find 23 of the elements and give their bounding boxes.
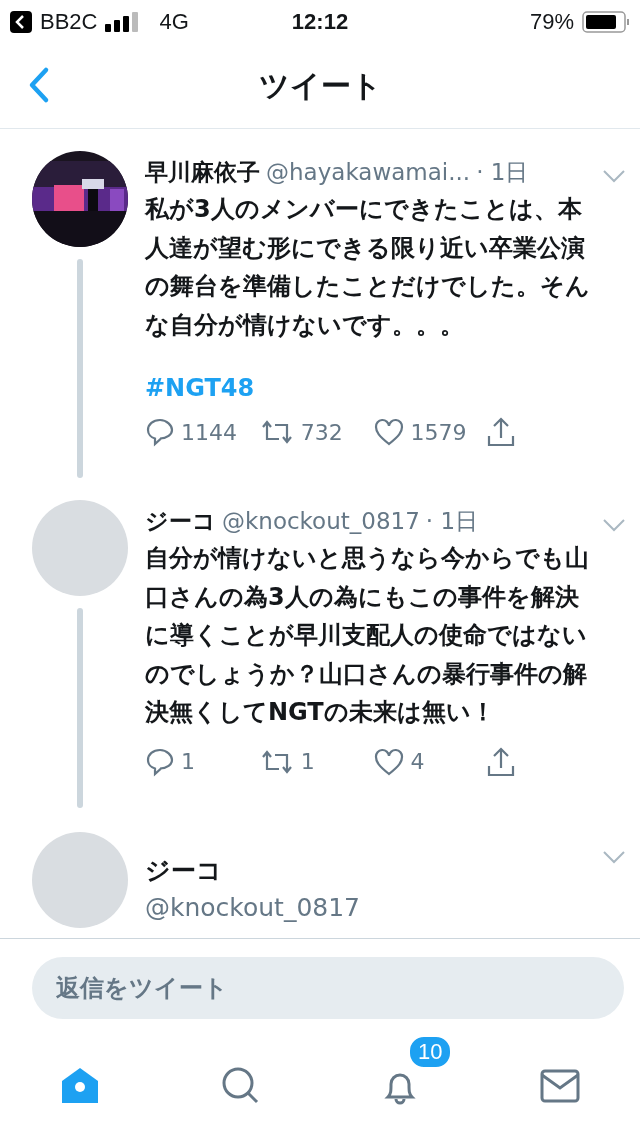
notification-badge: 10: [408, 1035, 453, 1069]
back-app-label[interactable]: BB2C: [40, 9, 98, 35]
clock: 12:12: [290, 9, 350, 35]
like-count: 1579: [410, 419, 467, 445]
retweet-count: 1: [300, 749, 315, 774]
user-handle: @hayakawamai...: [266, 159, 471, 185]
like-count: 4: [410, 749, 425, 774]
page-title: ツイート: [258, 66, 382, 105]
user-name: 早川麻依子: [145, 158, 260, 187]
reply-count: 1144: [181, 419, 237, 445]
user-handle: @knockout_0817: [222, 508, 420, 534]
battery-percent: 79%: [529, 9, 574, 35]
retweet-count: 732: [300, 419, 343, 445]
reply-count: 1: [181, 749, 195, 774]
network-type: 4G: [159, 9, 189, 35]
user-name: ジーコ: [145, 507, 216, 536]
reply-field[interactable]: 返信をツイート: [32, 957, 624, 1019]
user-handle: @knockout_0817: [145, 892, 361, 922]
tweet-time: · 1日: [476, 158, 529, 187]
tweet-text: 自分が情けないと思うなら今からでも山口さんの為3人の為にもこの事件を解決に導くことが早川支配人の使命ではないのでしょうか？山口さんの暴行事件の解決無くしてNGTの未来は無い！: [145, 543, 590, 728]
user-name: ジーコ: [145, 854, 223, 887]
tweet-text: 私が3人のメンバーにできたことは、本人達が望む形にできる限り近い卒業公演の舞台を準備したことだけでした。そんな自分が情けないです。。。: [145, 194, 591, 341]
tweet-time: · 1日: [425, 507, 479, 536]
